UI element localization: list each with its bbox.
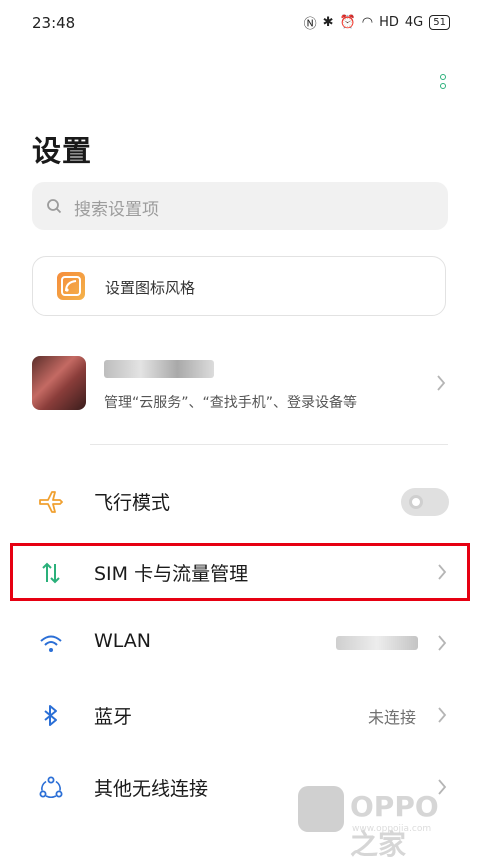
watermark-logo-icon: [298, 786, 344, 832]
icon-style-label: 设置图标风格: [105, 279, 196, 297]
icon-style-card[interactable]: 设置图标风格: [32, 256, 446, 316]
toggle-knob: [409, 495, 423, 509]
wifi-status-icon: ◠: [361, 15, 374, 30]
airplane-mode-toggle[interactable]: [401, 488, 449, 516]
account-subtitle: 管理“云服务”、“查找手机”、登录设备等: [104, 395, 358, 411]
bluetooth-status-icon: ✱: [322, 15, 334, 30]
network-type: HD: [379, 15, 399, 30]
nfc-icon: Ⓝ: [303, 17, 317, 32]
dot: [440, 74, 446, 80]
chevron-right-icon: [438, 707, 447, 723]
wlan-network-blurred: [336, 636, 418, 650]
account-row[interactable]: 管理“云服务”、“查找手机”、登录设备等: [32, 352, 448, 414]
search-icon: [47, 199, 62, 214]
dot: [440, 83, 446, 89]
watermark-url: www.oppojia.com: [352, 824, 432, 834]
highlight-annotation: [10, 543, 470, 601]
airplane-mode-row[interactable]: 飞行模式: [0, 473, 480, 529]
search-input[interactable]: 搜索设置项: [32, 182, 448, 230]
page-title: 设置: [32, 134, 93, 168]
airplane-icon: [39, 491, 63, 513]
bluetooth-label: 蓝牙: [94, 706, 133, 728]
alarm-icon: ⏰: [339, 15, 356, 30]
bluetooth-icon: [44, 705, 57, 726]
wlan-row[interactable]: WLAN: [0, 615, 480, 671]
wifi-icon: [40, 635, 62, 652]
watermark: OPPO之家 www.oppojia.com: [296, 782, 466, 861]
icon-style-icon: [57, 272, 85, 300]
search-placeholder: 搜索设置项: [74, 200, 159, 220]
wlan-label: WLAN: [94, 630, 152, 652]
signal-type: 4G: [404, 15, 424, 30]
status-icons: Ⓝ ✱ ⏰ ◠ HD 4G 51: [304, 13, 450, 32]
status-bar: 23:48 Ⓝ ✱ ⏰ ◠ HD 4G 51: [0, 0, 480, 48]
status-time: 23:48: [32, 14, 76, 32]
chevron-right-icon: [438, 635, 447, 651]
other-wireless-icon: [39, 776, 63, 799]
bluetooth-status: 未连接: [367, 708, 416, 727]
battery-icon: 51: [429, 15, 450, 30]
divider: [90, 444, 448, 445]
other-wireless-label: 其他无线连接: [94, 778, 209, 800]
more-options-button[interactable]: [433, 72, 453, 98]
chevron-right-icon: [437, 375, 446, 391]
airplane-mode-label: 飞行模式: [94, 492, 171, 514]
bluetooth-row[interactable]: 蓝牙 未连接: [0, 687, 480, 743]
account-name-blurred: [104, 360, 214, 378]
avatar: [32, 356, 86, 410]
